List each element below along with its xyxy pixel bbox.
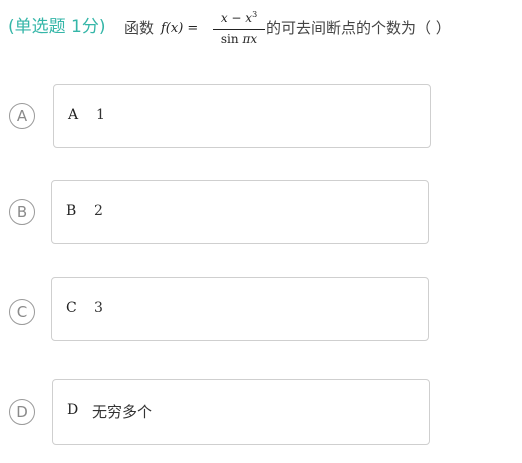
formula-denominator: sin πx [213, 32, 265, 46]
question-text-after: 的可去间断点的个数为（ ） [266, 19, 451, 37]
option-c[interactable]: C C 3 [9, 277, 434, 343]
question-stem: (单选题 1分) 函数 f(x) = x − x3 sin πx 的可去间断点的… [8, 8, 514, 52]
numerator-exponent: 3 [252, 10, 258, 19]
option-b-letter: B [66, 203, 77, 219]
denominator-arg: πx [242, 32, 258, 46]
numerator-base: x − x [220, 11, 253, 25]
option-b-box[interactable]: B 2 [51, 180, 429, 244]
formula-lhs: f(x) = [161, 21, 199, 36]
option-d-text: 无穷多个 [92, 403, 153, 421]
option-c-text: 3 [94, 300, 103, 316]
option-c-radio[interactable]: C [9, 299, 35, 325]
option-a-box[interactable]: A 1 [53, 84, 431, 148]
option-a-letter: A [68, 107, 79, 123]
formula-numerator: x − x3 [213, 10, 265, 25]
formula-fraction: x − x3 sin πx [213, 8, 265, 52]
option-d-letter: D [67, 402, 79, 418]
option-b-text: 2 [94, 203, 103, 219]
denominator-func: sin [220, 32, 243, 46]
option-b[interactable]: B B 2 [9, 180, 434, 246]
option-a-radio[interactable]: A [9, 103, 35, 129]
option-b-radio[interactable]: B [9, 199, 35, 225]
fraction-bar [213, 29, 265, 30]
option-c-box[interactable]: C 3 [51, 277, 429, 341]
option-a-text: 1 [96, 107, 105, 123]
option-d-radio[interactable]: D [9, 399, 35, 425]
question-type-tag: (单选题 1分) [8, 17, 106, 37]
option-a[interactable]: A A 1 [9, 84, 434, 150]
option-c-letter: C [66, 300, 77, 316]
option-d[interactable]: D D 无穷多个 [9, 379, 434, 445]
question-text-before: 函数 [124, 19, 155, 37]
option-d-box[interactable]: D 无穷多个 [52, 379, 430, 445]
